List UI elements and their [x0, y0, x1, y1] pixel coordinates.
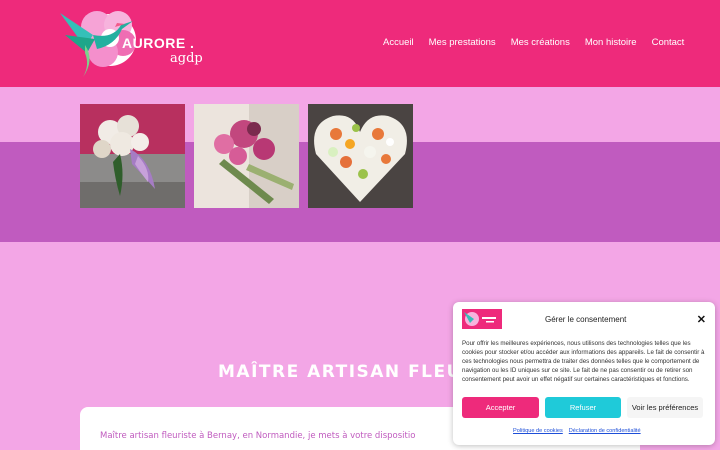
photo-bouquet-white-roses[interactable]: [80, 104, 185, 208]
intro-text: Maître artisan fleuriste à Bernay, en No…: [100, 431, 416, 441]
site-logo[interactable]: AURORE . agdp: [55, 5, 205, 83]
cookie-buttons: Accepter Refuser Voir les préférences: [462, 397, 703, 418]
creations-gallery: [80, 104, 413, 208]
nav-mes-prestations[interactable]: Mes prestations: [429, 37, 496, 48]
cookie-dialog-title: Gérer le consentement: [545, 315, 627, 324]
site-header: AURORE . agdp Accueil Mes prestations Me…: [0, 0, 720, 87]
preferences-button[interactable]: Voir les préférences: [627, 397, 703, 418]
nav-accueil[interactable]: Accueil: [383, 37, 414, 48]
close-icon[interactable]: ✕: [697, 313, 706, 326]
privacy-statement-link[interactable]: Déclaration de confidentialité: [569, 428, 641, 434]
photo-heart-arrangement[interactable]: [308, 104, 413, 208]
photo-bouquet-pink-lilies[interactable]: [194, 104, 299, 208]
nav-contact[interactable]: Contact: [652, 37, 685, 48]
logo-subtitle: agdp: [170, 51, 203, 66]
logo-wordmark: AURORE .: [122, 35, 195, 51]
page-heading: MAÎTRE ARTISAN FLEUR: [218, 362, 477, 382]
nav-mon-histoire[interactable]: Mon histoire: [585, 37, 637, 48]
cookie-links: Politique de cookies Déclaration de conf…: [513, 428, 641, 434]
cookie-policy-link[interactable]: Politique de cookies: [513, 428, 563, 434]
accept-button[interactable]: Accepter: [462, 397, 539, 418]
cookie-dialog-logo: [462, 309, 502, 329]
main-nav: Accueil Mes prestations Mes créations Mo…: [383, 37, 699, 48]
refuse-button[interactable]: Refuser: [545, 397, 621, 418]
cookie-consent-dialog: Gérer le consentement ✕ Pour offrir les …: [453, 302, 715, 445]
nav-mes-creations[interactable]: Mes créations: [511, 37, 570, 48]
cookie-dialog-body: Pour offrir les meilleures expériences, …: [462, 340, 705, 383]
